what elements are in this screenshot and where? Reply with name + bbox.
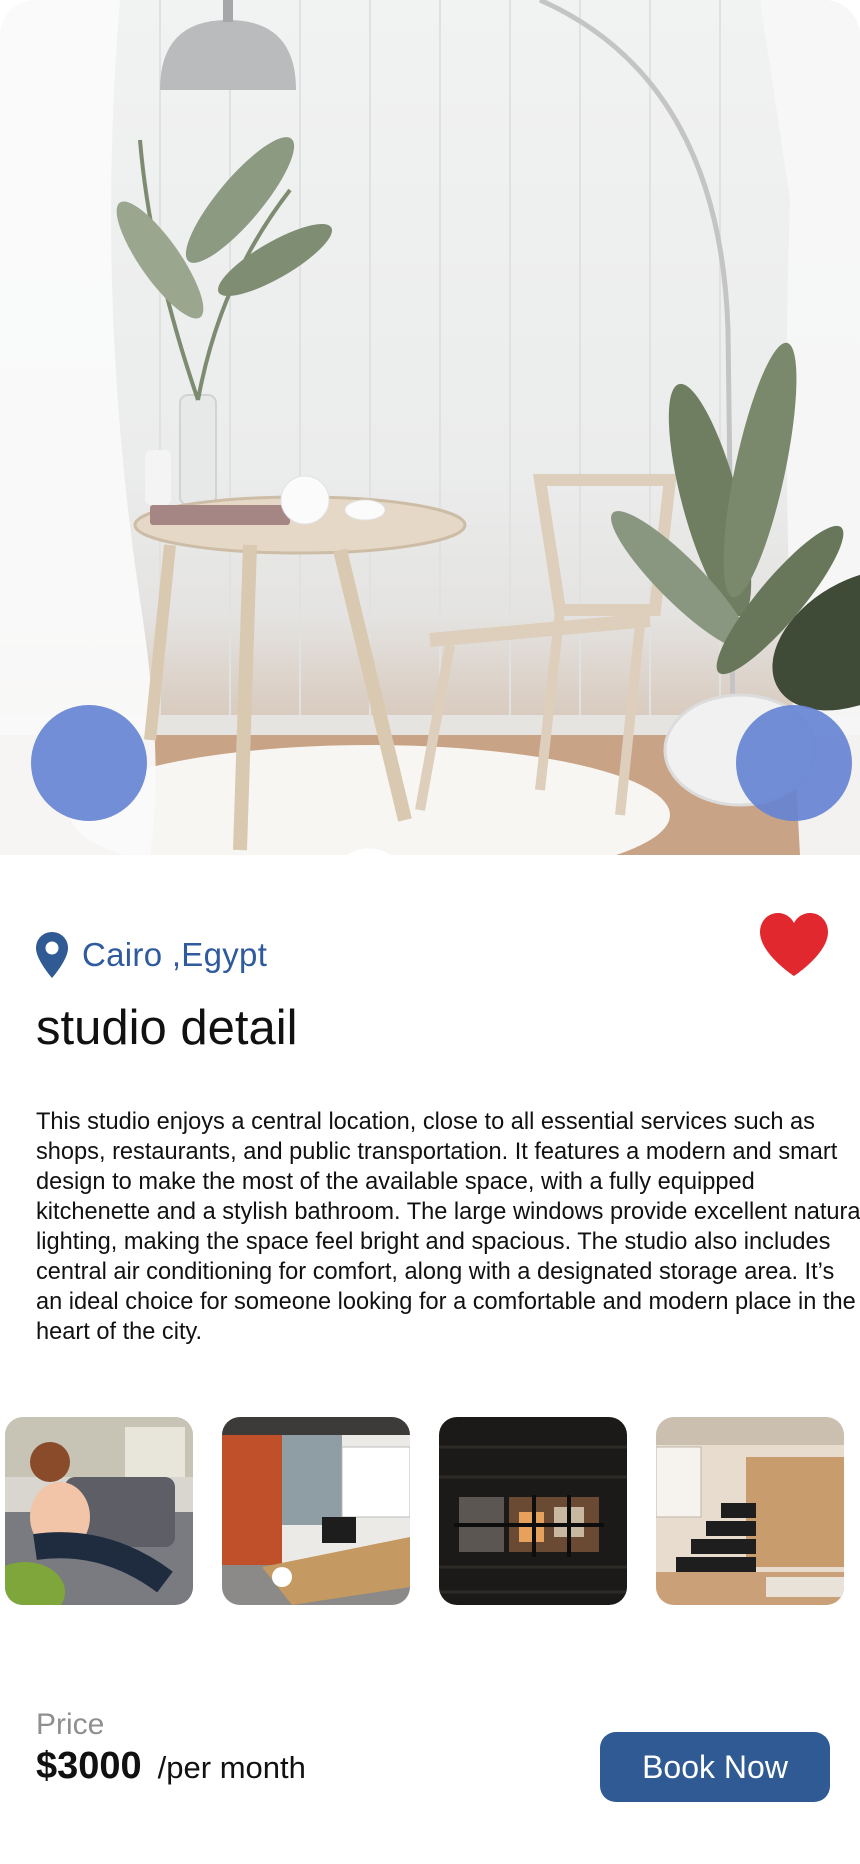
dark-brick-interior-photo: [439, 1417, 627, 1605]
price-amount: $3000: [36, 1745, 142, 1787]
office-workspace-photo: [222, 1417, 410, 1605]
location-label: Cairo ,Egypt: [82, 936, 268, 973]
next-image-button[interactable]: [736, 705, 852, 821]
arrow-right-icon: [736, 705, 860, 855]
gallery-thumbnail[interactable]: [656, 1417, 844, 1605]
studio-description: This studio enjoys a central location, c…: [36, 1109, 860, 1345]
gallery-thumbnail[interactable]: [222, 1417, 410, 1605]
previous-image-button[interactable]: [31, 705, 390, 855]
gallery-thumbnail[interactable]: [5, 1417, 193, 1605]
book-now-button[interactable]: Book Now: [600, 1732, 830, 1802]
price-row: $3000 /per month: [36, 1745, 306, 1788]
location-row: Cairo ,Egypt: [36, 930, 267, 980]
loft-staircase-photo: [656, 1417, 844, 1605]
price-period: /per month: [157, 1750, 306, 1785]
page-title: studio detail: [36, 1001, 298, 1055]
hero-image: [0, 0, 860, 855]
map-pin-icon: [36, 932, 68, 978]
heart-icon: [760, 913, 828, 976]
gallery-thumbnail[interactable]: [439, 1417, 627, 1605]
price-label: Price: [36, 1708, 105, 1741]
woman-on-sofa-photo: [5, 1417, 193, 1605]
favorite-button[interactable]: [758, 912, 830, 978]
